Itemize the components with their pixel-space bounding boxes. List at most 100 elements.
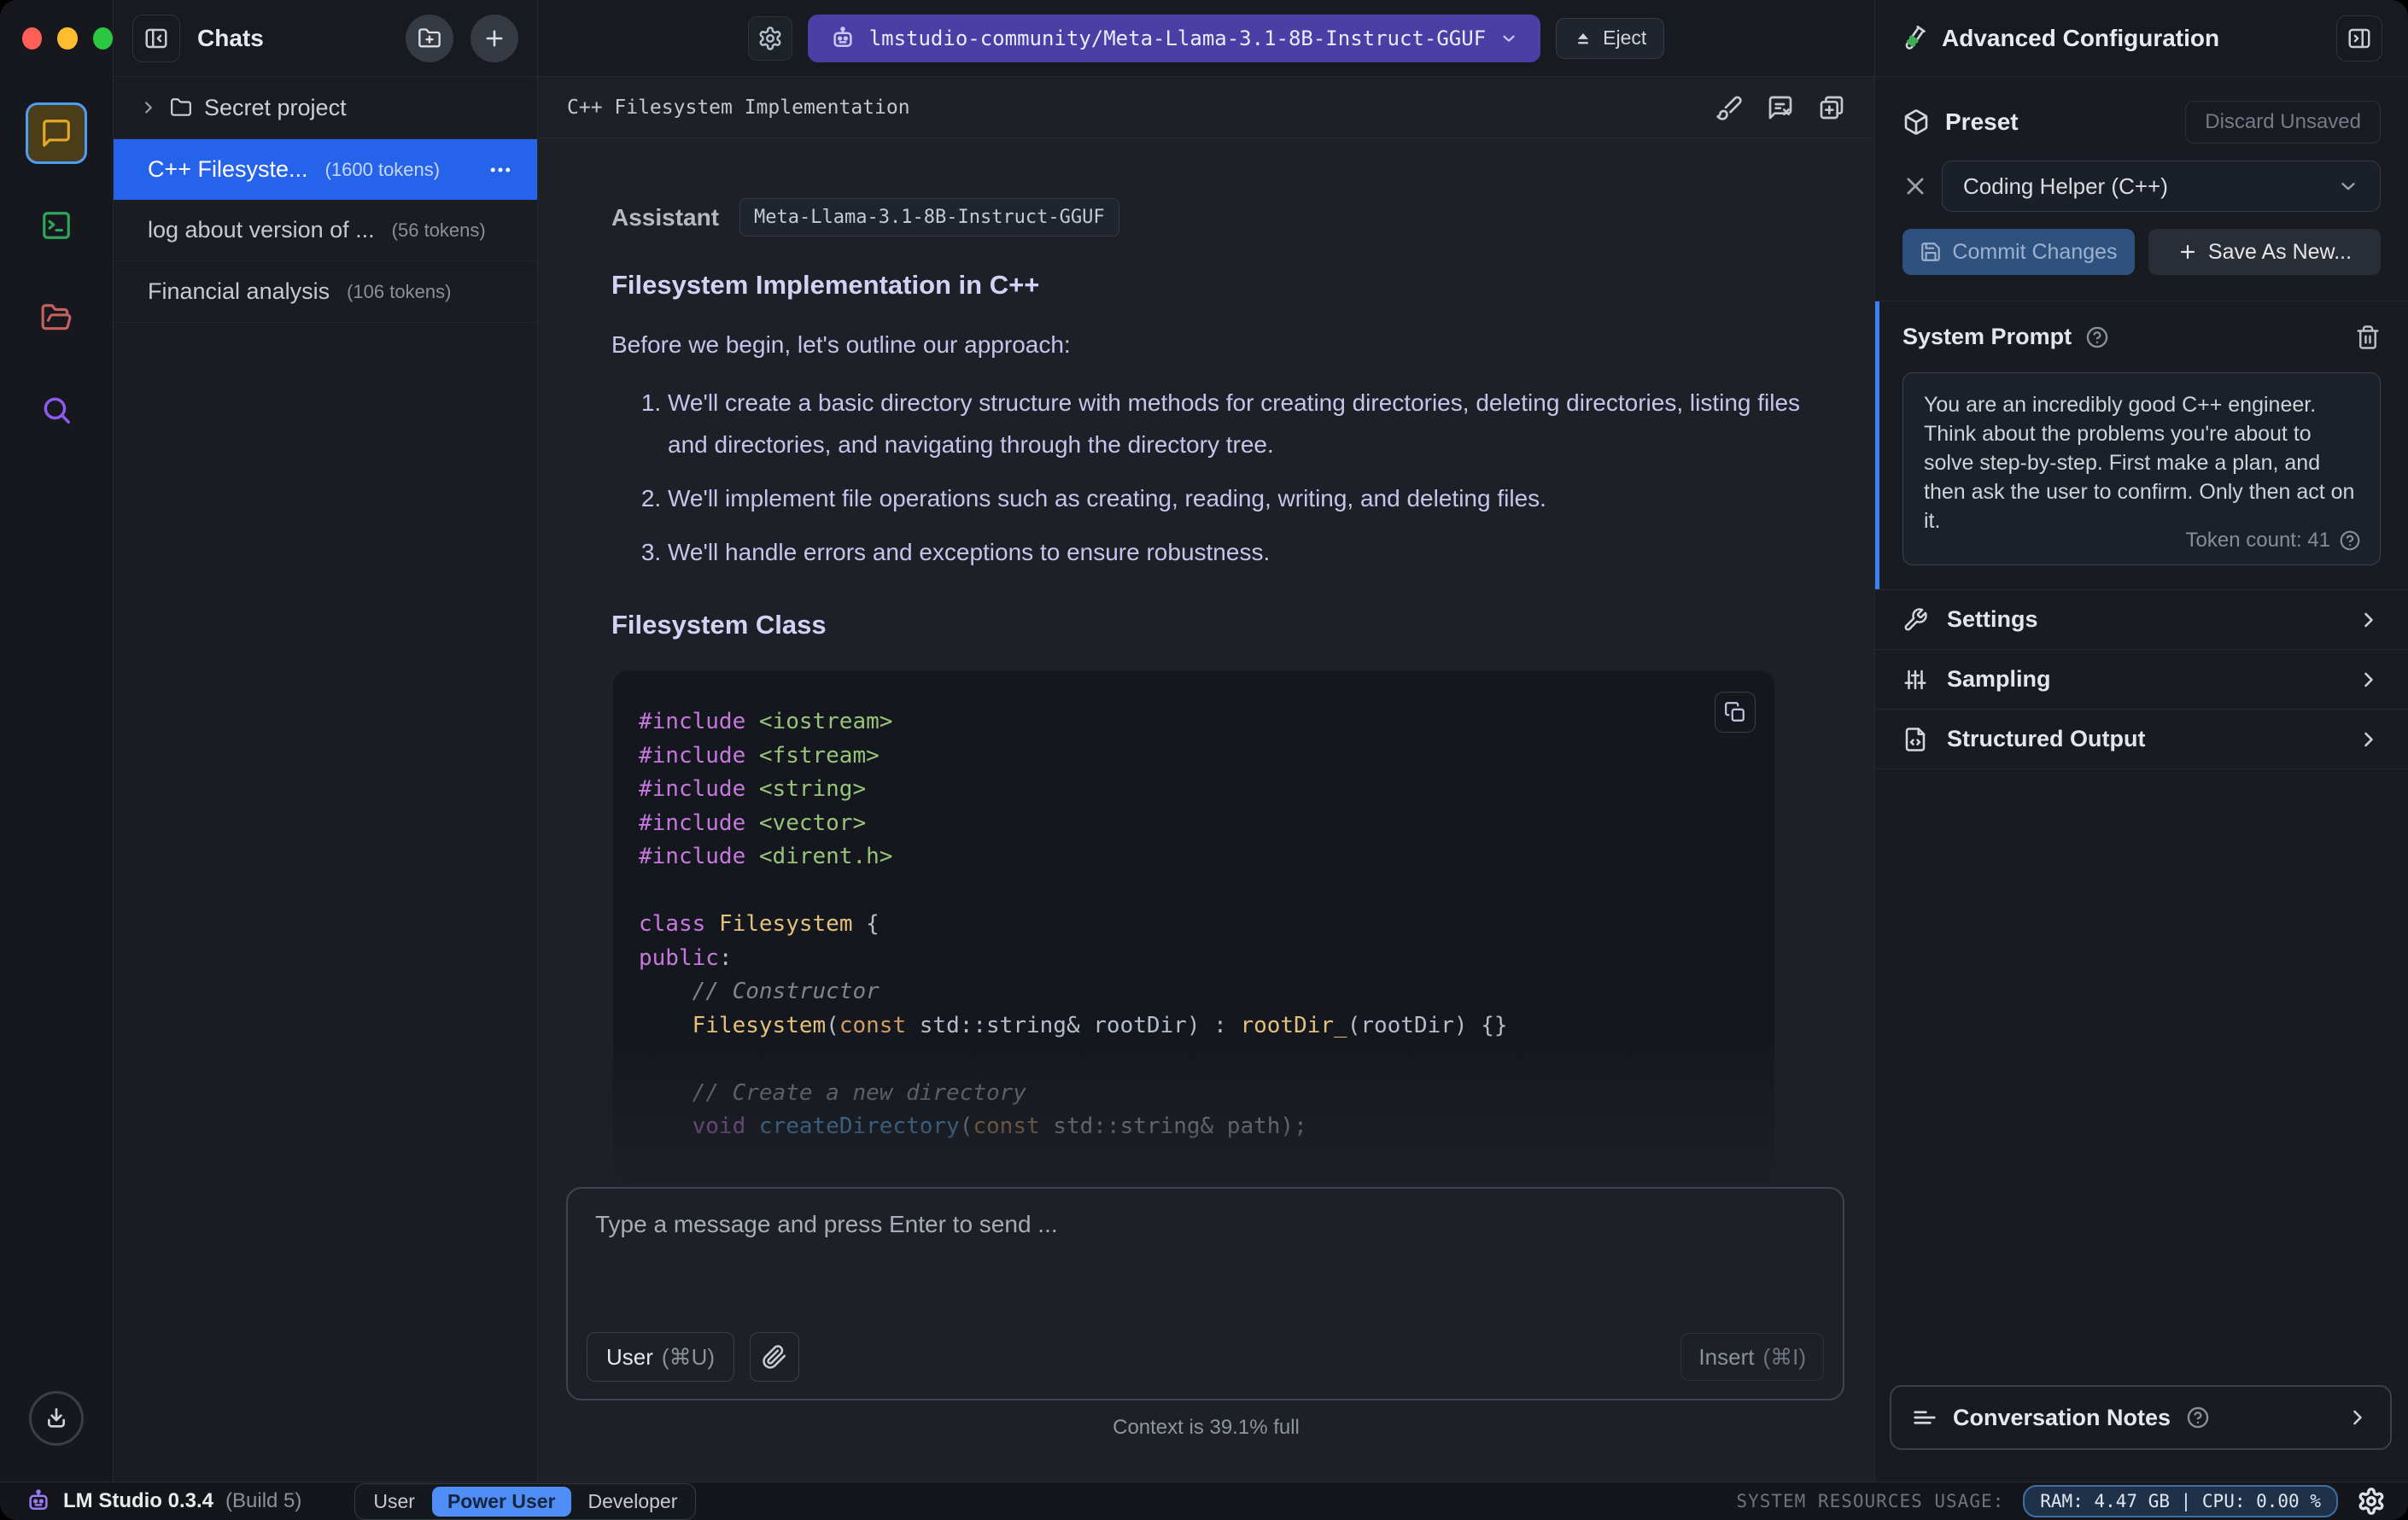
help-icon[interactable] [2339, 529, 2361, 552]
model-toolbar: lmstudio-community/Meta-Llama-3.1-8B-Ins… [538, 0, 1874, 77]
chat-list-item[interactable]: Financial analysis (106 tokens) [114, 261, 537, 323]
lm-studio-window: Chats Secret project C++ Filesyste... (1… [0, 0, 2408, 1520]
eject-model-button[interactable]: Eject [1556, 17, 1665, 59]
new-chat-button[interactable] [470, 14, 518, 62]
section-settings[interactable]: Settings [1875, 590, 2408, 650]
preset-actions-row: Commit Changes Save As New... [1902, 229, 2381, 275]
right-panel-header: Advanced Configuration [1875, 0, 2408, 77]
clear-messages-icon[interactable] [1767, 94, 1794, 121]
file-code-icon [1902, 727, 1928, 752]
window-controls [0, 0, 113, 50]
copy-icon [1724, 701, 1746, 723]
downloads-button[interactable] [29, 1391, 84, 1446]
sidebar-header: Chats [114, 0, 537, 77]
preset-value: Coding Helper (C++) [1963, 172, 2168, 199]
chat-title: C++ Filesystem Implementation [567, 96, 910, 119]
discard-unsaved-button[interactable]: Discard Unsaved [2185, 101, 2381, 143]
collapse-right-panel-button[interactable] [2336, 15, 2382, 61]
minimize-window-button[interactable] [57, 27, 78, 50]
code-block: #include <iostream> #include <fstream> #in… [613, 671, 1774, 1184]
preset-label: Preset [1945, 108, 2019, 135]
zoom-window-button[interactable] [92, 27, 113, 50]
chat-options-icon[interactable] [488, 157, 513, 183]
loaded-model-selector[interactable]: lmstudio-community/Meta-Llama-3.1-8B-Ins… [807, 14, 1541, 62]
section-sampling[interactable]: Sampling [1875, 650, 2408, 710]
model-settings-button[interactable] [747, 15, 792, 61]
help-icon[interactable] [2186, 1406, 2210, 1429]
download-icon [43, 1405, 70, 1432]
new-folder-button[interactable] [406, 14, 453, 62]
resources-value[interactable]: RAM: 4.47 GB | CPU: 0.00 % [2023, 1485, 2338, 1517]
help-icon[interactable] [2085, 325, 2109, 349]
preset-dropdown[interactable]: Coding Helper (C++) [1942, 161, 2381, 212]
chevron-right-icon [2357, 668, 2381, 692]
paperclip-icon [762, 1344, 787, 1370]
chevron-right-icon [2346, 1406, 2370, 1429]
chat-token-count: (106 tokens) [347, 280, 452, 302]
chat-sidebar: Chats Secret project C++ Filesyste... (1… [114, 0, 538, 1482]
left-rail [0, 0, 114, 1482]
plus-icon [482, 26, 506, 50]
insert-message-button[interactable]: Insert (⌘I) [1680, 1333, 1824, 1381]
list-item: We'll create a basic directory structure… [668, 382, 1803, 465]
nav-chat-tab[interactable] [26, 102, 87, 164]
folder-open-icon [40, 301, 73, 334]
sidebar-folder-secret-project[interactable]: Secret project [114, 77, 537, 139]
chevron-down-icon [2337, 175, 2359, 197]
plus-icon [2177, 242, 2198, 262]
section-label: Structured Output [1947, 726, 2146, 751]
resources-label: SYSTEM RESOURCES USAGE: [1736, 1491, 2005, 1511]
close-window-button[interactable] [22, 27, 43, 50]
context-usage-status: Context is 39.1% full [1113, 1416, 1300, 1439]
copy-code-button[interactable] [1715, 692, 1756, 733]
token-count-row: Token count: 41 [2186, 529, 2361, 552]
mode-power-user[interactable]: Power User [431, 1486, 571, 1517]
brush-cleanup-icon[interactable] [1715, 94, 1743, 121]
eject-icon [1574, 29, 1593, 48]
system-prompt-textarea[interactable]: You are an incredibly good C++ engineer.… [1902, 372, 2381, 565]
section-label: Settings [1947, 606, 2038, 632]
code-fade-overlay [613, 1034, 1774, 1184]
chat-list-item[interactable]: log about version of ... (56 tokens) [114, 200, 537, 261]
collapse-sidebar-button[interactable] [132, 14, 180, 62]
folder-icon [170, 96, 192, 119]
role-label: User [606, 1343, 653, 1370]
assistant-model-badge: Meta-Llama-3.1-8B-Instruct-GGUF [739, 198, 1119, 237]
chat-token-count: (56 tokens) [391, 219, 486, 241]
mode-user[interactable]: User [358, 1487, 430, 1517]
text-lines-icon [1912, 1405, 1938, 1430]
save-as-new-button[interactable]: Save As New... [2148, 229, 2381, 275]
search-icon [40, 394, 73, 426]
rail-nav [0, 102, 113, 441]
folder-name: Secret project [204, 94, 347, 120]
gear-icon[interactable] [2357, 1487, 2386, 1516]
nav-my-models-tab[interactable] [26, 287, 87, 348]
duplicate-chat-icon[interactable] [1818, 94, 1845, 121]
conversation-notes-button[interactable]: Conversation Notes [1890, 1385, 2392, 1450]
system-prompt-label: System Prompt [1902, 324, 2072, 349]
message-input[interactable]: Type a message and press Enter to send .… [566, 1187, 1844, 1400]
mode-developer[interactable]: Developer [573, 1487, 693, 1517]
nav-discover-tab[interactable] [26, 379, 87, 441]
section-structured-output[interactable]: Structured Output [1875, 710, 2408, 769]
insert-shortcut: (⌘I) [1762, 1343, 1806, 1370]
assistant-message-header: Assistant Meta-Llama-3.1-8B-Instruct-GGU… [611, 198, 1119, 237]
terminal-icon [40, 209, 73, 242]
message-heading: Filesystem Class [611, 610, 827, 640]
section-label: Sampling [1947, 666, 2051, 692]
clear-preset-icon[interactable] [1902, 173, 1928, 199]
chat-list-item-selected[interactable]: C++ Filesyste... (1600 tokens) [114, 139, 537, 200]
test-tube-icon [1896, 19, 1934, 57]
trash-icon[interactable] [2355, 324, 2381, 350]
message-heading: Filesystem Implementation in C++ [611, 270, 1040, 300]
role-toggle-button[interactable]: User (⌘U) [587, 1332, 734, 1382]
app-version-group: LM Studio 0.3.4 (Build 5) [0, 1488, 301, 1514]
commit-changes-button[interactable]: Commit Changes [1902, 229, 2135, 275]
message-paragraph: Before we begin, let's outline our appro… [611, 331, 1071, 358]
chevron-right-icon [2357, 608, 2381, 632]
save-icon [1920, 241, 1942, 263]
sliders-icon [1902, 667, 1928, 693]
nav-developer-tab[interactable] [26, 195, 87, 256]
attach-file-button[interactable] [750, 1332, 799, 1382]
panel-right-icon [2347, 26, 2372, 51]
